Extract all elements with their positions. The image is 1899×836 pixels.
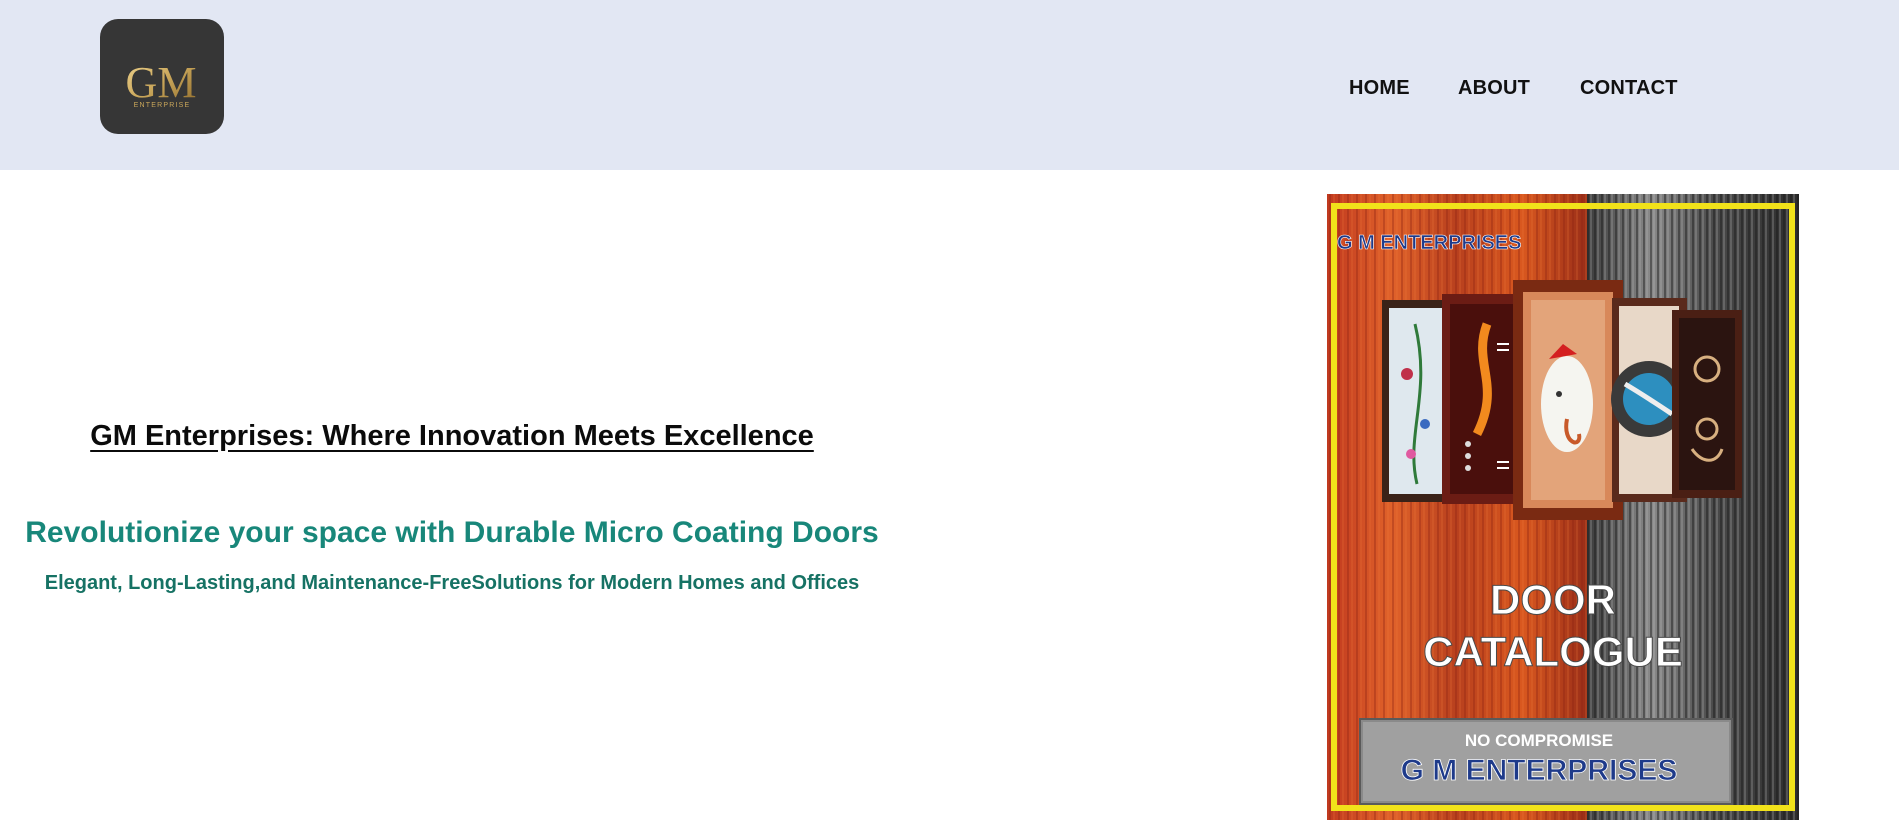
catalogue-title-catalogue: CATALOGUE [1423,628,1683,675]
catalogue-banner-small: NO COMPROMISE [1465,731,1613,750]
catalogue-brand-top: G M ENTERPRISES [1337,232,1521,254]
catalogue-banner-big: G M ENTERPRISES [1401,754,1678,787]
nav-about-link[interactable]: ABOUT [1458,77,1530,100]
main-nav: HOME ABOUT CONTACT [0,77,1899,101]
hero-tagline: Elegant, Long-Lasting,and Maintenance-Fr… [44,572,860,594]
nav-contact-link[interactable]: CONTACT [1580,77,1678,100]
door-catalogue-icon: G M ENTERPRISES DOOR CATALOGUE NO COMPRO… [1327,194,1799,820]
door-samples [1382,280,1742,520]
logo-subtitle: ENTERPRISE [134,102,191,109]
catalogue-title-door: DOOR [1490,576,1616,623]
nav-home-link[interactable]: HOME [1349,77,1410,100]
site-header: GM ENTERPRISE HOME ABOUT CONTACT [0,0,1899,170]
hero-subtitle: Revolutionize your space with Durable Mi… [25,516,879,549]
door-catalogue-image: G M ENTERPRISES DOOR CATALOGUE NO COMPRO… [1327,194,1799,820]
hero-title: GM Enterprises: Where Innovation Meets E… [90,420,814,452]
